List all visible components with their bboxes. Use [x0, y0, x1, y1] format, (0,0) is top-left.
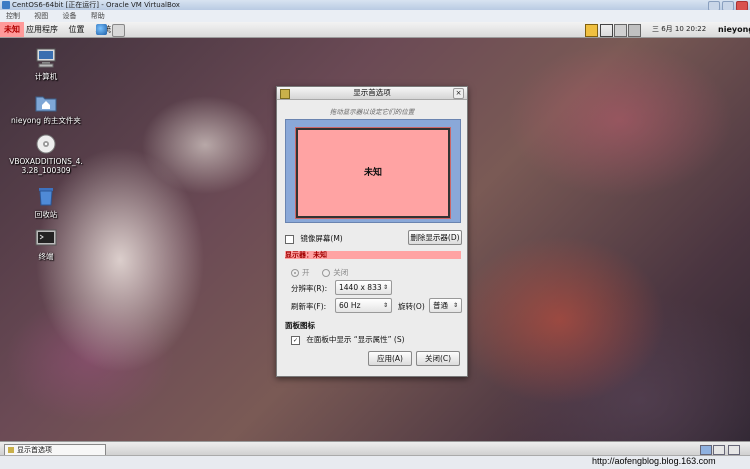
desktop-icon-label: 终端 [38, 252, 54, 261]
cd-disc-icon [35, 134, 57, 154]
top-panel: 未知 应用程序 位置 系统 三 6月 10 20:22 nieyong [0, 22, 750, 38]
desktop-icon-label: VBOXADDITIONS_4. 3.28_100309 [9, 157, 83, 175]
network-icon[interactable] [614, 24, 627, 37]
show-in-panel-option[interactable]: ✓ 在面板中显示 “显示属性” (S) [291, 334, 405, 345]
radio-off-label: 关闭 [333, 268, 349, 277]
update-icon[interactable] [585, 24, 598, 37]
home-folder-icon [35, 92, 57, 112]
menu-applications[interactable]: 应用程序 [26, 25, 58, 34]
show-in-panel-checkbox[interactable]: ✓ [291, 335, 300, 345]
workspace-3[interactable] [728, 445, 740, 455]
resolution-value: 1440 x 833 [339, 283, 382, 292]
dialog-title-bar[interactable]: 显示首选项 × [277, 87, 467, 100]
power-radio-group: 开 关闭 [291, 267, 348, 278]
workspace-1[interactable] [700, 445, 712, 455]
updown-arrow-icon: ⇕ [382, 284, 388, 291]
desktop-icon-trash[interactable]: 回收站 [6, 186, 86, 220]
desktop-icon-home[interactable]: nieyong 的主文件夹 [6, 92, 86, 126]
desktop-icon-label: nieyong 的主文件夹 [11, 116, 81, 125]
monitor-label: 未知 [363, 168, 382, 178]
panel-icon-section: 面板图标 [285, 321, 315, 330]
unknown-display-tag: 未知 [0, 22, 24, 37]
show-in-panel-label: 在面板中显示 “显示属性” (S) [306, 335, 405, 344]
radio-on[interactable] [291, 269, 299, 277]
updown-arrow-icon: ⇕ [382, 302, 388, 309]
computer-icon [35, 48, 57, 68]
monitor-box[interactable]: 未知 [296, 128, 450, 218]
volume-icon[interactable] [600, 24, 613, 37]
vbox-title-bar: CentOS6-64bit [正在运行] - Oracle VM Virtual… [0, 0, 750, 11]
rotation-select[interactable]: 普通 ⇕ [429, 298, 462, 313]
display-icon [280, 89, 290, 99]
display-preferences-dialog: 显示首选项 × 拖动显示器以设定它们的位置 未知 镜像屏幕(M) 删除显示器(D… [276, 86, 468, 377]
resolution-select[interactable]: 1440 x 833 ⇕ [335, 280, 392, 295]
detect-displays-button[interactable]: 删除显示器(D) [408, 230, 462, 245]
clock[interactable]: 三 6月 10 20:22 [652, 22, 706, 37]
user-name[interactable]: nieyong [718, 22, 750, 37]
bottom-taskbar: 显示首选项 [0, 441, 750, 456]
mirror-label: 镜像屏幕(M) [300, 234, 343, 243]
dialog-close-icon[interactable]: × [453, 88, 464, 99]
vbox-menu-devices[interactable]: 设备 [62, 12, 76, 20]
desktop-icon-label: 回收站 [34, 210, 58, 219]
desktop-icon-cd[interactable]: VBOXADDITIONS_4. 3.28_100309 [6, 134, 86, 175]
taskbar-item-label: 显示首选项 [17, 446, 52, 454]
refresh-rate-select[interactable]: 60 Hz ⇕ [335, 298, 392, 313]
refresh-label: 刷新率(F): [291, 302, 327, 311]
vbox-menu-view[interactable]: 视图 [34, 12, 48, 20]
close-button[interactable]: 关闭(C) [416, 351, 460, 366]
mail-icon[interactable] [112, 24, 125, 37]
display-name-bar: 显示器：未知 [285, 251, 461, 259]
drag-hint: 拖动显示器以设定它们的位置 [329, 108, 415, 116]
radio-off[interactable] [322, 269, 331, 277]
desktop-icon-terminal[interactable]: 终端 [6, 228, 86, 262]
browser-icon[interactable] [96, 24, 107, 35]
resolution-label: 分辨率(R): [291, 284, 328, 293]
mirror-checkbox[interactable] [285, 234, 294, 244]
watermark-url: http://aofengblog.blog.163.com [592, 456, 716, 466]
radio-on-label: 开 [302, 268, 310, 277]
vbox-window-title: CentOS6-64bit [正在运行] - Oracle VM Virtual… [12, 1, 180, 9]
monitor-arrangement-area: 未知 [285, 119, 461, 223]
dialog-title: 显示首选项 [353, 88, 391, 97]
trash-icon [35, 186, 57, 206]
apply-button[interactable]: 应用(A) [368, 351, 412, 366]
display-icon[interactable] [628, 24, 641, 37]
display-icon [8, 447, 14, 453]
rotation-value: 普通 [433, 301, 448, 310]
vbox-menu-help[interactable]: 帮助 [91, 12, 105, 20]
rotation-label: 旋转(O) [398, 302, 425, 311]
mirror-screens-option[interactable]: 镜像屏幕(M) [285, 233, 343, 244]
virtualbox-icon [2, 1, 10, 9]
menu-places[interactable]: 位置 [69, 25, 85, 34]
terminal-icon [35, 228, 57, 248]
refresh-value: 60 Hz [339, 301, 361, 310]
workspace-2[interactable] [713, 445, 725, 455]
updown-arrow-icon: ⇕ [452, 302, 458, 309]
desktop-icon-label: 计算机 [34, 72, 58, 81]
desktop-icon-computer[interactable]: 计算机 [6, 48, 86, 82]
vbox-menu-machine[interactable]: 控制 [6, 12, 20, 20]
